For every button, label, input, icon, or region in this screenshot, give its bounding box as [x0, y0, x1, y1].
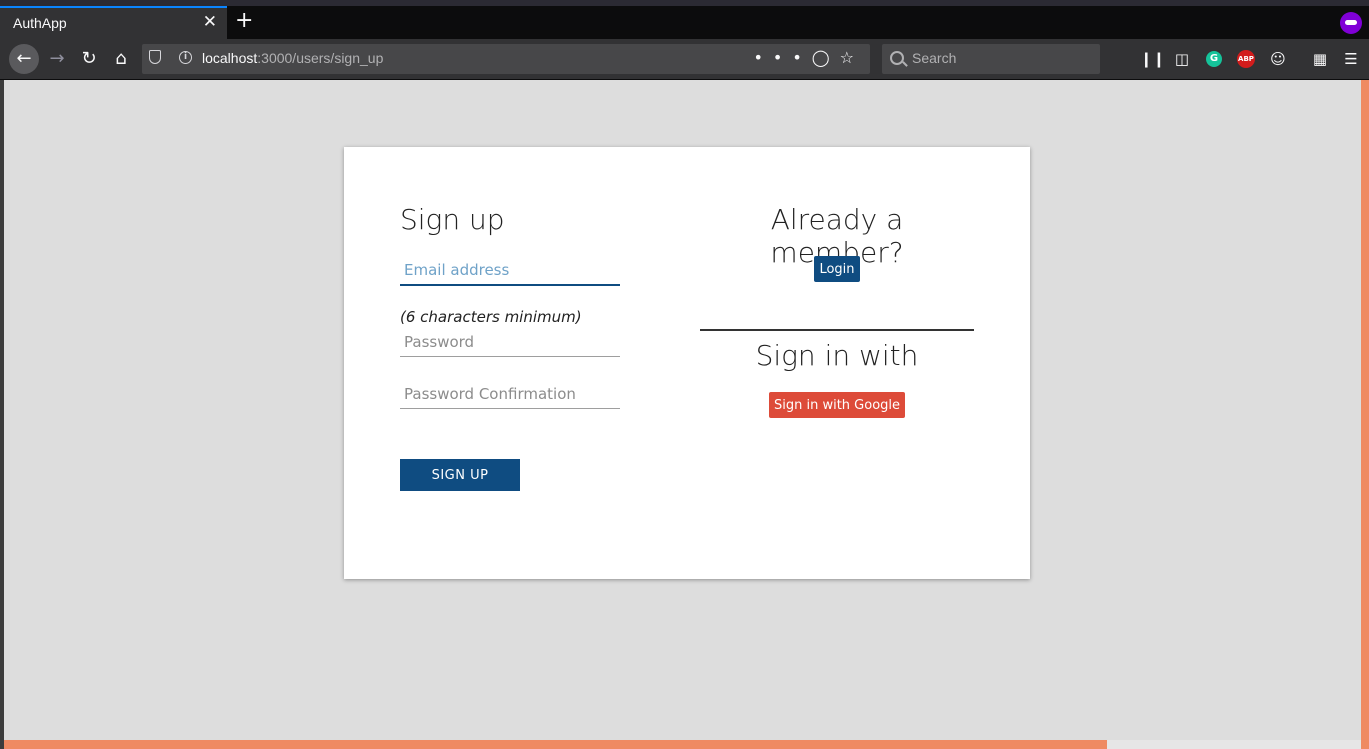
url-text[interactable]: localhost:3000/users/sign_up [202, 50, 383, 66]
vertical-scrollbar[interactable] [1361, 80, 1369, 749]
divider [700, 329, 974, 331]
shield-icon[interactable] [149, 50, 161, 64]
url-host: localhost [202, 50, 258, 66]
sign-in-with-title: Sign in with [755, 339, 919, 372]
home-icon[interactable]: ⌂ [106, 44, 136, 74]
account-icon[interactable]: ☺ [1267, 48, 1289, 70]
adblock-icon[interactable]: ABP [1237, 50, 1255, 68]
horizontal-scrollbar[interactable] [4, 740, 1107, 749]
sidebar-icon[interactable]: ◫ [1171, 48, 1193, 70]
auth-card: Sign up (6 characters minimum) SIGN UP A… [344, 147, 1030, 579]
back-icon[interactable]: ← [9, 44, 39, 74]
extensions-icon[interactable]: ▦ [1309, 48, 1331, 70]
password-field[interactable] [400, 327, 620, 357]
tab-bar: AuthApp ✕ + [0, 6, 1369, 39]
horizontal-scrollbar-track [1107, 740, 1361, 749]
search-bar[interactable]: Search [882, 44, 1100, 74]
url-actions: •••◯☆ [753, 48, 864, 67]
password-hint: (6 characters minimum) [400, 308, 582, 326]
page-left-edge [0, 80, 4, 749]
google-sign-in-button[interactable]: Sign in with Google [769, 392, 905, 418]
menu-icon[interactable]: ☰ [1340, 48, 1362, 70]
forward-icon[interactable]: → [42, 44, 72, 74]
password-confirmation-field[interactable] [400, 379, 620, 409]
pocket-icon[interactable]: ◯ [812, 48, 840, 67]
search-placeholder: Search [912, 50, 957, 66]
login-button[interactable]: Login [814, 256, 860, 282]
private-browsing-icon [1340, 12, 1362, 34]
search-icon [890, 51, 904, 65]
grammarly-icon[interactable]: G [1206, 51, 1222, 67]
signup-title: Sign up [400, 203, 505, 236]
url-path: :3000/users/sign_up [257, 50, 384, 66]
page-actions-icon[interactable]: ••• [753, 48, 811, 67]
tab-title: AuthApp [13, 15, 67, 31]
sign-up-button[interactable]: SIGN UP [400, 459, 520, 491]
reload-icon[interactable]: ↻ [74, 44, 104, 74]
url-bar[interactable]: i localhost:3000/users/sign_up •••◯☆ [142, 44, 870, 74]
navigation-toolbar: ← → ↻ ⌂ i localhost:3000/users/sign_up •… [0, 39, 1369, 80]
close-tab-icon[interactable]: ✕ [203, 12, 217, 32]
info-icon[interactable]: i [179, 51, 192, 64]
email-field[interactable] [400, 256, 620, 286]
new-tab-icon[interactable]: + [235, 8, 253, 33]
library-icon[interactable]: ❙❙ [1140, 48, 1165, 70]
bookmark-star-icon[interactable]: ☆ [840, 48, 864, 67]
tab-authapp[interactable]: AuthApp ✕ [0, 6, 227, 39]
